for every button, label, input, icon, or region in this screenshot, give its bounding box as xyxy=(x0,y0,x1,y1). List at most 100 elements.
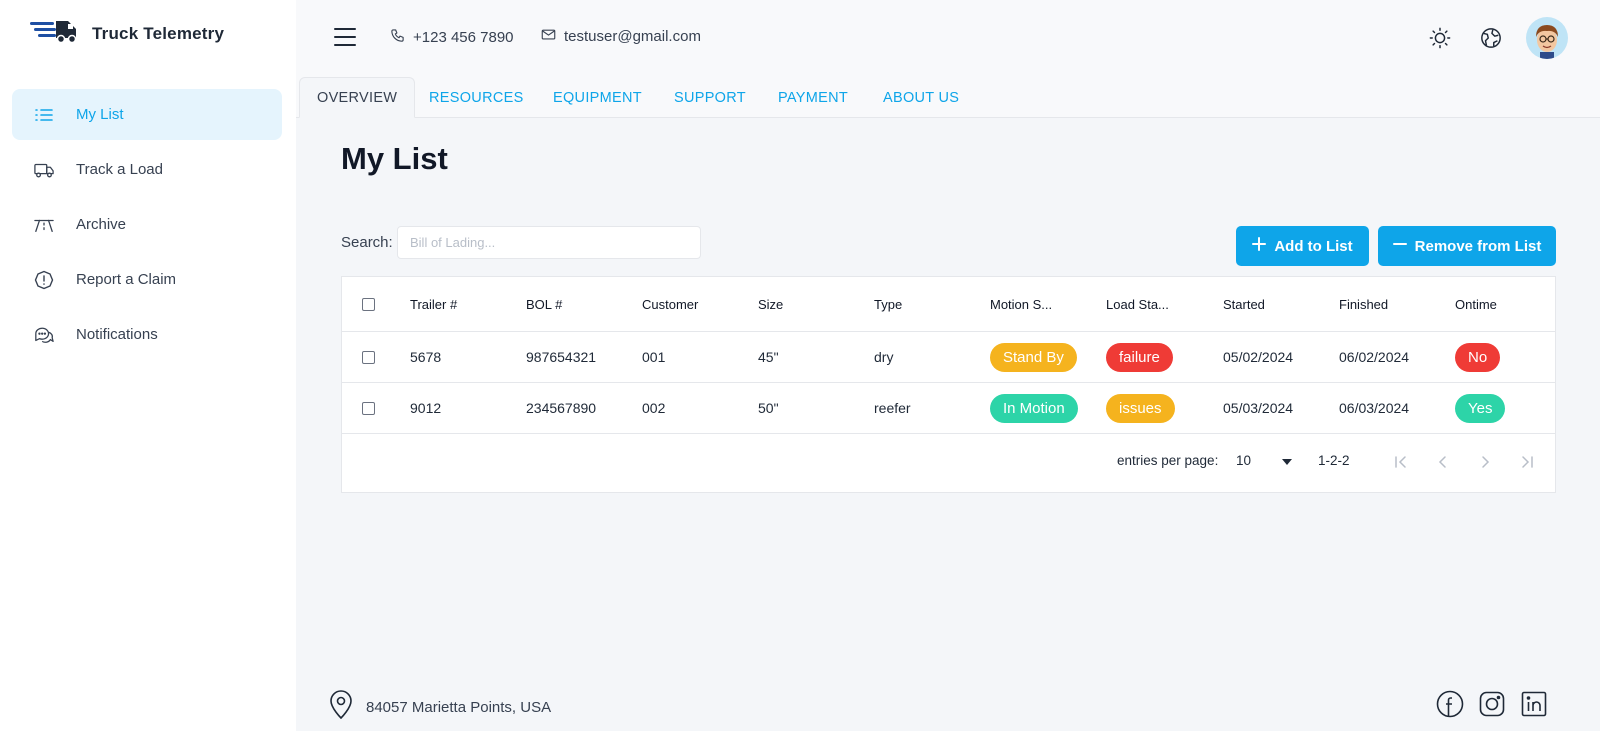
map-pin-icon xyxy=(328,690,354,724)
cell-started: 05/03/2024 xyxy=(1223,400,1294,416)
cell-started: 05/02/2024 xyxy=(1223,349,1294,365)
table-row[interactable]: 9012 234567890 002 50" reefer In Motion … xyxy=(342,383,1555,434)
phone-contact[interactable]: +123 456 7890 xyxy=(390,28,514,47)
instagram-icon[interactable] xyxy=(1477,689,1507,719)
tab-payment[interactable]: PAYMENT xyxy=(778,77,848,118)
first-page-icon[interactable] xyxy=(1392,453,1410,471)
cell-type: dry xyxy=(874,349,894,365)
email-contact[interactable]: testuser@gmail.com xyxy=(541,28,701,45)
entries-per-page-value: 10 xyxy=(1236,453,1252,468)
data-table: Trailer # BOL # Customer Size Type Motio… xyxy=(341,276,1556,493)
add-to-list-button[interactable]: Add to List xyxy=(1236,226,1369,266)
select-all-checkbox[interactable] xyxy=(362,297,375,311)
caret-down-icon xyxy=(1282,453,1292,468)
sidebar-item-my-list[interactable]: My List xyxy=(12,89,282,140)
row-checkbox[interactable] xyxy=(362,401,375,415)
sidebar-item-archive[interactable]: Archive xyxy=(12,199,282,250)
cell-customer: 001 xyxy=(642,349,666,365)
ontime-badge: Yes xyxy=(1455,393,1506,423)
row-checkbox[interactable] xyxy=(362,350,375,364)
list-icon xyxy=(34,105,54,125)
column-header-bol[interactable]: BOL # xyxy=(526,277,562,331)
column-header-trailer[interactable]: Trailer # xyxy=(410,277,457,331)
sidebar-item-label: Track a Load xyxy=(76,161,163,178)
sidebar: Truck Telemetry My List Track a Load Arc… xyxy=(0,0,296,731)
motion-status-badge: Stand By xyxy=(990,342,1077,372)
cell-size: 50" xyxy=(758,400,779,416)
truck-icon xyxy=(34,160,54,180)
tab-overview[interactable]: OVERVIEW xyxy=(299,77,416,118)
sidebar-item-notifications[interactable]: Notifications xyxy=(12,309,282,360)
cell-customer: 002 xyxy=(642,400,666,416)
phone-icon xyxy=(390,28,405,47)
sidebar-item-label: Archive xyxy=(76,216,127,233)
cell-finished: 06/02/2024 xyxy=(1339,349,1410,365)
tab-about-us[interactable]: ABOUT US xyxy=(883,77,959,118)
cell-bol: 987654321 xyxy=(526,349,597,365)
cell-bol: 234567890 xyxy=(526,400,597,416)
column-header-started[interactable]: Started xyxy=(1223,277,1265,331)
truck-logo-icon xyxy=(28,18,84,49)
top-header: +123 456 7890 testuser@gmail.com xyxy=(296,0,1600,76)
avatar[interactable] xyxy=(1526,17,1568,59)
linkedin-icon[interactable] xyxy=(1519,689,1549,719)
column-header-motion-status[interactable]: Motion S... xyxy=(990,277,1052,331)
archive-road-icon xyxy=(34,215,54,235)
search-label: Search: xyxy=(341,234,393,251)
cell-type: reefer xyxy=(874,400,911,416)
column-header-customer[interactable]: Customer xyxy=(642,277,698,331)
column-header-ontime[interactable]: Ontime xyxy=(1455,277,1497,331)
sidebar-item-label: Notifications xyxy=(76,326,158,343)
sidebar-item-report-a-claim[interactable]: Report a Claim xyxy=(12,254,282,305)
brand[interactable]: Truck Telemetry xyxy=(28,18,224,49)
column-header-type[interactable]: Type xyxy=(874,277,902,331)
ontime-badge: No xyxy=(1455,342,1501,372)
sidebar-nav: My List Track a Load Archive Report a Cl… xyxy=(12,89,282,364)
menu-icon[interactable] xyxy=(334,28,356,48)
globe-icon[interactable] xyxy=(1479,26,1503,50)
search-input[interactable] xyxy=(397,226,701,259)
load-status-badge: failure xyxy=(1106,342,1173,372)
column-header-size[interactable]: Size xyxy=(758,277,783,331)
plus-icon xyxy=(1252,237,1267,255)
pagination: entries per page: 10 1-2-2 xyxy=(342,434,1555,492)
brand-name: Truck Telemetry xyxy=(92,23,225,43)
previous-page-icon[interactable] xyxy=(1434,453,1452,471)
footer-address: 84057 Marietta Points, USA xyxy=(328,690,551,724)
table-header-row: Trailer # BOL # Customer Size Type Motio… xyxy=(342,277,1555,332)
entries-per-page-select[interactable]: 10 xyxy=(1236,453,1292,468)
column-header-finished[interactable]: Finished xyxy=(1339,277,1388,331)
motion-status-badge: In Motion xyxy=(990,393,1078,423)
entries-per-page-label: entries per page: xyxy=(1117,453,1219,468)
sidebar-item-track-a-load[interactable]: Track a Load xyxy=(12,144,282,195)
sidebar-item-label: Report a Claim xyxy=(76,271,177,288)
alert-circle-icon xyxy=(34,270,54,290)
address-text: 84057 Marietta Points, USA xyxy=(366,698,552,716)
cell-size: 45" xyxy=(758,349,779,365)
minus-icon xyxy=(1392,237,1407,255)
phone-number: +123 456 7890 xyxy=(413,29,514,46)
facebook-icon[interactable] xyxy=(1435,689,1465,719)
mail-icon xyxy=(541,28,556,45)
sidebar-item-label: My List xyxy=(76,106,124,123)
cell-trailer: 9012 xyxy=(410,400,442,416)
sun-icon[interactable] xyxy=(1428,26,1452,50)
page-range: 1-2-2 xyxy=(1318,453,1350,468)
next-page-icon[interactable] xyxy=(1476,453,1494,471)
cell-finished: 06/03/2024 xyxy=(1339,400,1410,416)
tab-support[interactable]: SUPPORT xyxy=(674,77,746,118)
page-title: My List xyxy=(341,141,448,176)
tab-bar: OVERVIEW RESOURCES EQUIPMENT SUPPORT PAY… xyxy=(296,76,1600,118)
email-address: testuser@gmail.com xyxy=(564,28,701,45)
add-to-list-label: Add to List xyxy=(1274,237,1353,255)
chat-bubbles-icon xyxy=(34,325,54,345)
cell-trailer: 5678 xyxy=(410,349,442,365)
remove-from-list-button[interactable]: Remove from List xyxy=(1378,226,1556,266)
remove-from-list-label: Remove from List xyxy=(1414,237,1542,255)
table-row[interactable]: 5678 987654321 001 45" dry Stand By fail… xyxy=(342,332,1555,383)
tab-equipment[interactable]: EQUIPMENT xyxy=(553,77,642,118)
tab-resources[interactable]: RESOURCES xyxy=(429,77,524,118)
column-header-load-status[interactable]: Load Sta... xyxy=(1106,277,1169,331)
load-status-badge: issues xyxy=(1106,393,1175,423)
last-page-icon[interactable] xyxy=(1518,453,1536,471)
